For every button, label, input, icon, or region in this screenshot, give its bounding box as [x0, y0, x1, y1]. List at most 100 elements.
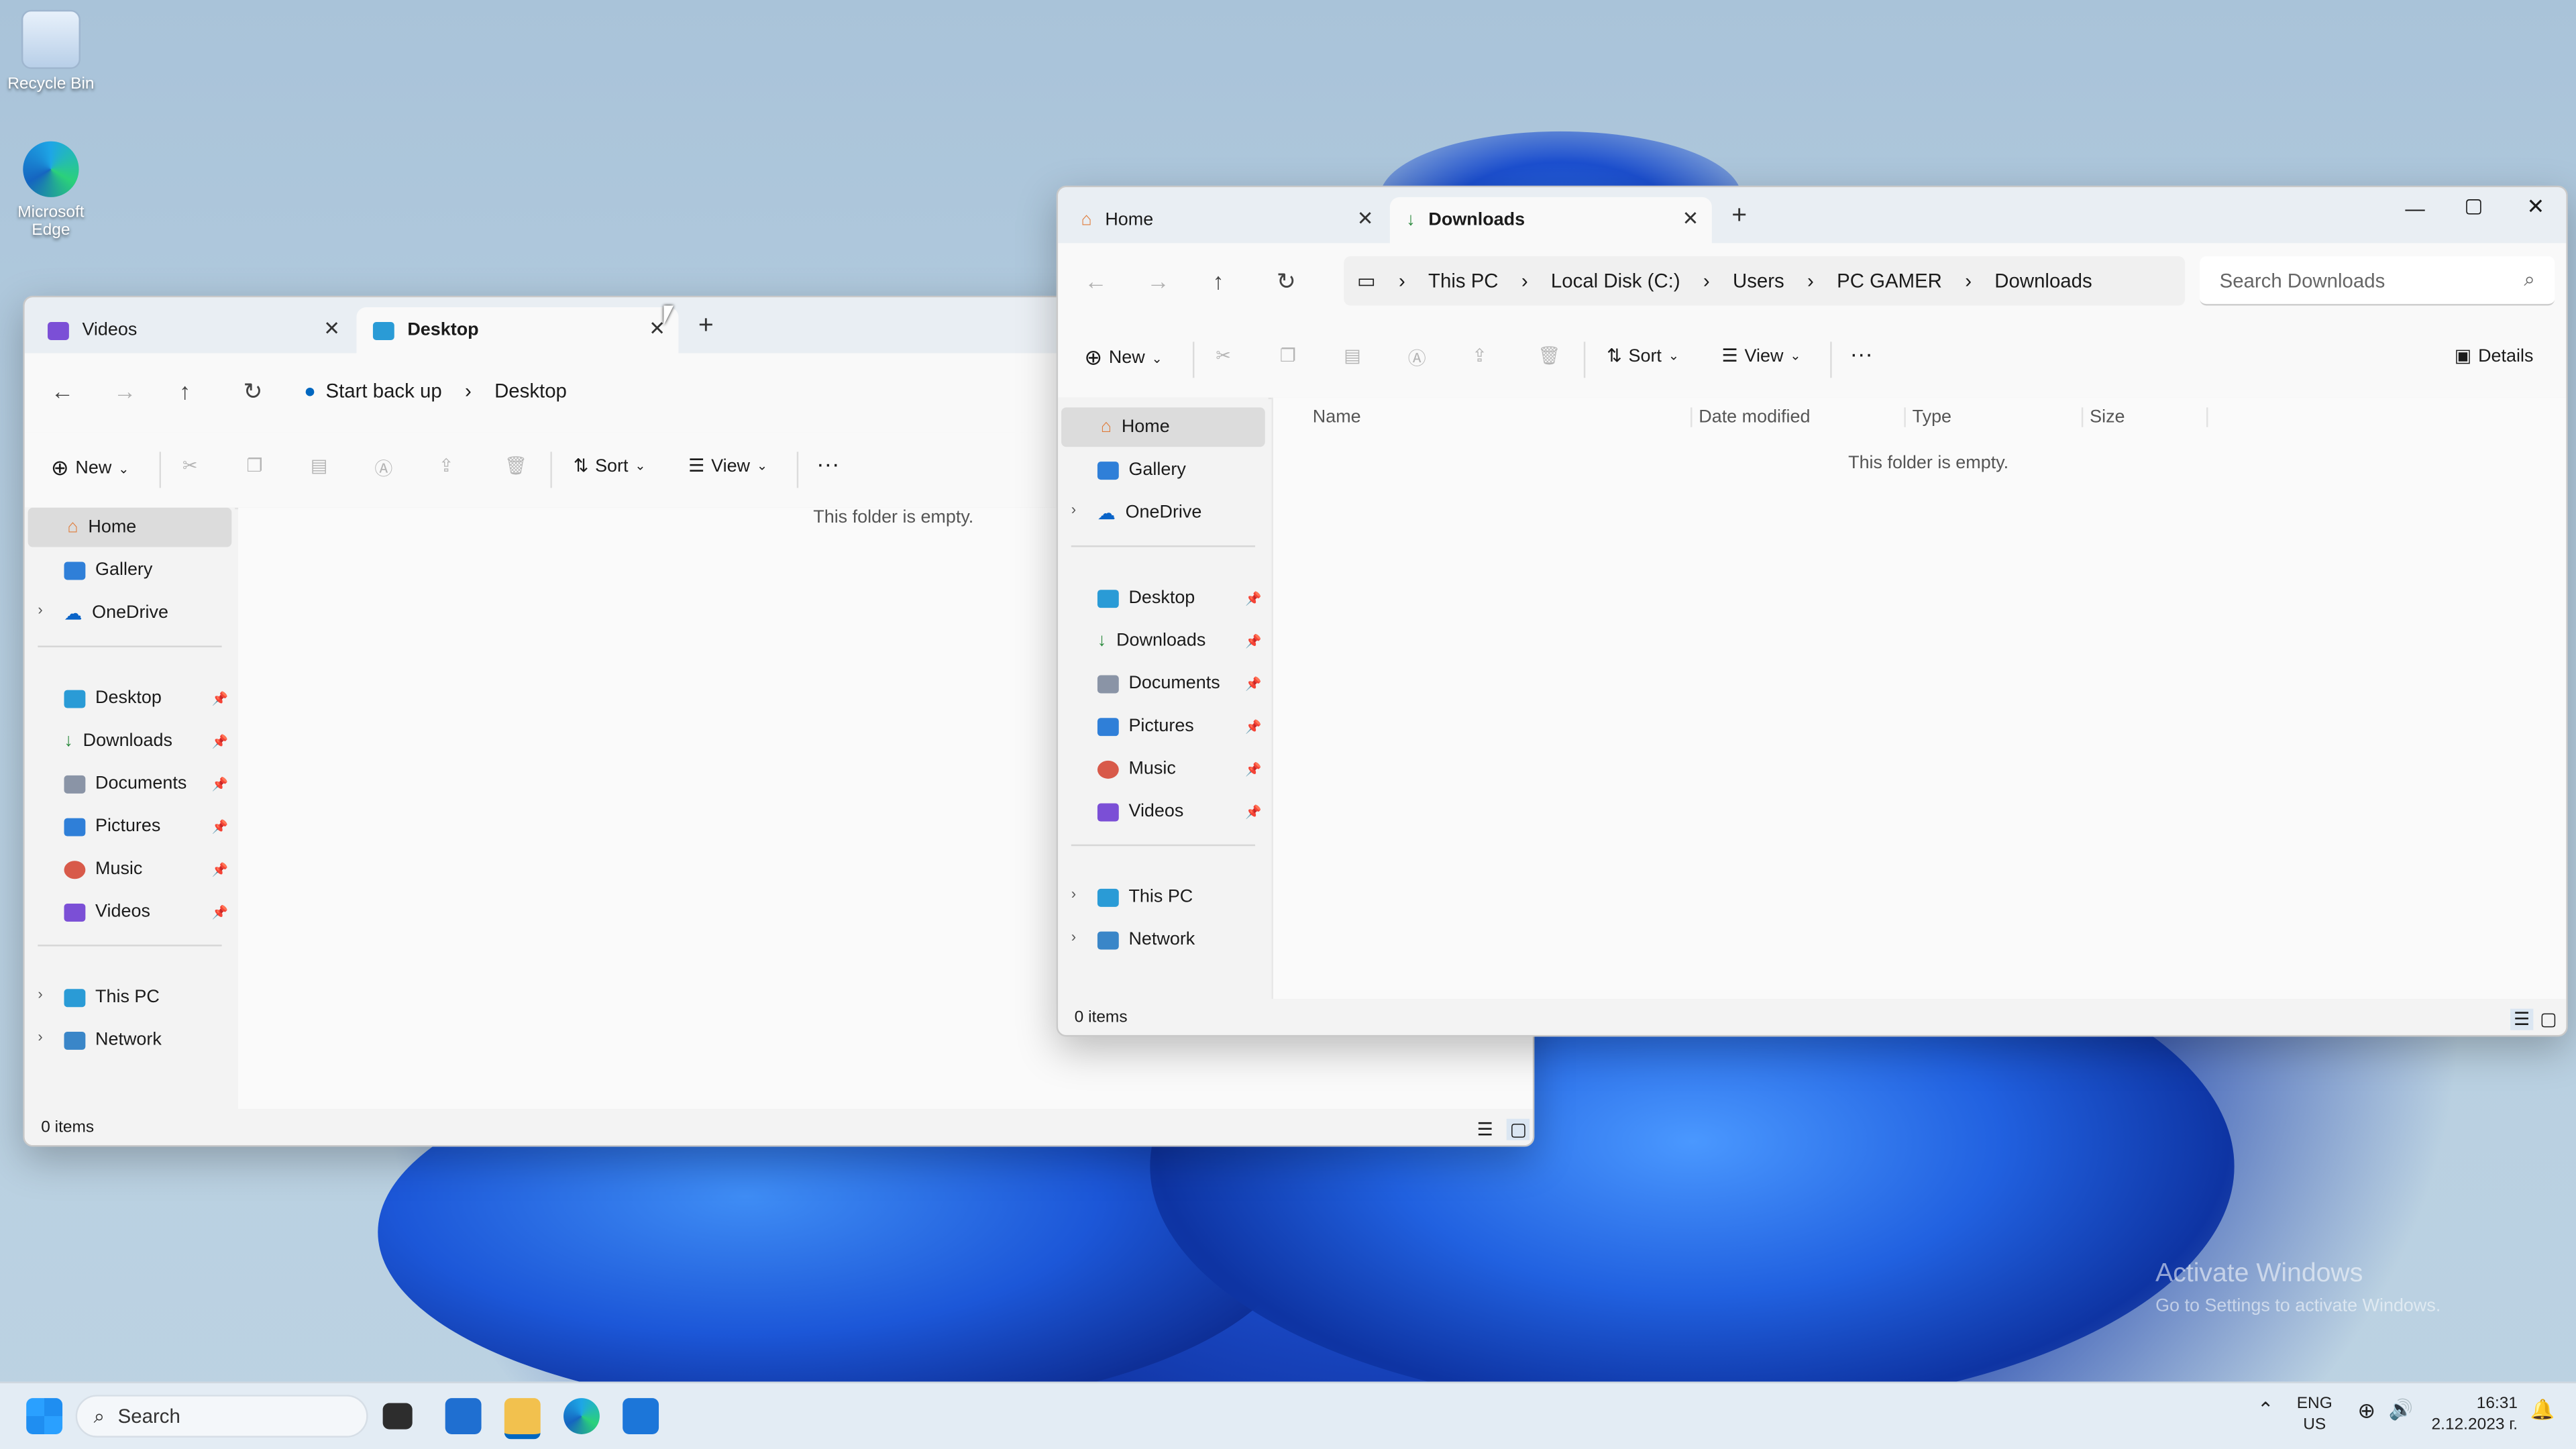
pin-icon[interactable]: 📌: [212, 863, 228, 877]
share-icon[interactable]: ⇪: [1472, 345, 1487, 366]
up-icon[interactable]: ↑: [1212, 268, 1224, 294]
pin-icon[interactable]: 📌: [1245, 720, 1261, 735]
sidebar-item-this-pc[interactable]: This PC: [64, 977, 245, 1017]
breadcrumb[interactable]: ● Start back up › Desktop: [304, 366, 567, 415]
breadcrumb-item[interactable]: Local Disk (C:): [1551, 270, 1680, 292]
close-tab-icon[interactable]: ✕: [1682, 207, 1699, 230]
sidebar-item-this-pc[interactable]: This PC: [1097, 877, 1278, 917]
sidebar-item-network[interactable]: Network: [1097, 920, 1278, 959]
more-options-icon[interactable]: ···: [816, 450, 839, 476]
minimize-icon[interactable]: —: [2405, 197, 2424, 220]
sort-button[interactable]: ⇅ Sort ⌄: [1607, 345, 1679, 367]
delete-icon[interactable]: 🗑: [504, 455, 527, 476]
forward-icon[interactable]: →: [113, 378, 136, 404]
breadcrumb-item[interactable]: Users: [1733, 270, 1784, 292]
chevron-right-icon[interactable]: ›: [1071, 928, 1076, 945]
tab-videos[interactable]: Videos ✕: [32, 307, 354, 354]
pin-icon[interactable]: 📌: [212, 692, 228, 706]
widgets-icon[interactable]: [445, 1398, 482, 1434]
paste-icon[interactable]: ▤: [311, 455, 327, 476]
chevron-right-icon[interactable]: ›: [38, 985, 42, 1002]
close-tab-icon[interactable]: ✕: [1357, 207, 1374, 230]
pin-icon[interactable]: 📌: [212, 777, 228, 792]
pin-icon[interactable]: 📌: [212, 820, 228, 835]
breadcrumb-item[interactable]: Downloads: [1994, 270, 2092, 292]
pin-icon[interactable]: 📌: [1245, 762, 1261, 777]
start-icon[interactable]: [26, 1398, 63, 1434]
up-icon[interactable]: ↑: [179, 378, 191, 404]
desktop-icon-recycle-bin[interactable]: Recycle Bin: [1, 9, 100, 94]
breadcrumb-item[interactable]: Start back up: [326, 380, 442, 402]
sidebar-item-gallery[interactable]: Gallery: [64, 550, 245, 590]
rename-icon[interactable]: Ⓐ: [1408, 345, 1426, 371]
tab-desktop[interactable]: Desktop ✕: [356, 307, 679, 354]
rename-icon[interactable]: Ⓐ: [374, 455, 392, 481]
tiles-view-icon[interactable]: ▢: [1506, 1118, 1531, 1140]
breadcrumb-item[interactable]: PC GAMER: [1837, 270, 1942, 292]
sidebar-item-home[interactable]: ⌂ Home: [28, 507, 232, 547]
sidebar-item-network[interactable]: Network: [64, 1020, 245, 1060]
close-tab-icon[interactable]: ✕: [649, 317, 665, 340]
details-view-icon[interactable]: ☰: [2510, 1008, 2534, 1030]
breadcrumb-item[interactable]: Desktop: [494, 380, 567, 402]
back-icon[interactable]: ←: [51, 378, 74, 404]
volume-icon[interactable]: 🔊: [2389, 1399, 2414, 1421]
new-tab-icon[interactable]: +: [698, 312, 714, 341]
pin-icon[interactable]: 📌: [1245, 592, 1261, 606]
clock[interactable]: 16:31 2.12.2023 г.: [2432, 1393, 2518, 1436]
chevron-right-icon[interactable]: ›: [1071, 501, 1076, 517]
store-icon[interactable]: [623, 1398, 659, 1434]
pin-icon[interactable]: 📌: [212, 735, 228, 749]
copy-icon[interactable]: ❐: [246, 455, 262, 476]
close-window-icon[interactable]: ✕: [2527, 194, 2545, 220]
tab-home[interactable]: ⌂ Home ✕: [1065, 197, 1387, 244]
file-explorer-icon[interactable]: [504, 1398, 541, 1440]
task-view-icon[interactable]: [382, 1403, 413, 1430]
new-button[interactable]: ⊕ New ⌄: [51, 455, 129, 481]
taskbar-search[interactable]: ⌕ Search: [75, 1395, 368, 1438]
column-header-type[interactable]: Type: [1904, 407, 1951, 427]
sidebar-item-home[interactable]: ⌂ Home: [1061, 407, 1265, 447]
close-tab-icon[interactable]: ✕: [323, 317, 340, 340]
sort-button[interactable]: ⇅ Sort ⌄: [574, 455, 646, 477]
sidebar-item-onedrive[interactable]: ☁ OneDrive: [64, 593, 245, 633]
share-icon[interactable]: ⇪: [439, 455, 454, 476]
delete-icon[interactable]: 🗑: [1538, 345, 1560, 366]
back-icon[interactable]: ←: [1084, 268, 1107, 294]
column-header-name[interactable]: Name: [1313, 407, 1361, 427]
more-options-icon[interactable]: ···: [1850, 340, 1873, 366]
tab-downloads[interactable]: ↓ Downloads ✕: [1389, 197, 1712, 244]
sidebar-item-onedrive[interactable]: ☁ OneDrive: [1097, 493, 1278, 533]
cut-icon[interactable]: ✂: [1216, 345, 1231, 366]
details-view-icon[interactable]: ☰: [1477, 1119, 1493, 1140]
sidebar-item-gallery[interactable]: Gallery: [1097, 450, 1278, 490]
network-globe-icon[interactable]: ⊕: [2357, 1400, 2375, 1421]
pin-icon[interactable]: 📌: [1245, 805, 1261, 820]
chevron-right-icon[interactable]: ›: [38, 1028, 42, 1044]
cut-icon[interactable]: ✂: [182, 455, 198, 476]
tiles-view-icon[interactable]: ▢: [2540, 1009, 2557, 1030]
notification-bell-icon[interactable]: 🔔: [2530, 1399, 2555, 1421]
new-tab-icon[interactable]: +: [1731, 202, 1747, 231]
refresh-icon[interactable]: ↻: [243, 378, 262, 406]
view-button[interactable]: ☰ View ⌄: [1722, 345, 1801, 367]
column-header-size[interactable]: Size: [2081, 407, 2209, 427]
chevron-up-icon[interactable]: ⌃: [2257, 1399, 2274, 1421]
refresh-icon[interactable]: ↻: [1277, 268, 1296, 296]
paste-icon[interactable]: ▤: [1344, 345, 1360, 366]
chevron-right-icon[interactable]: ›: [38, 601, 42, 617]
forward-icon[interactable]: →: [1146, 268, 1169, 294]
view-button[interactable]: ☰ View ⌄: [688, 455, 767, 477]
new-button[interactable]: ⊕ New ⌄: [1084, 345, 1163, 371]
breadcrumb[interactable]: ▭ › This PC › Local Disk (C:) › Users › …: [1344, 256, 2186, 306]
copy-icon[interactable]: ❐: [1280, 345, 1296, 366]
edge-icon[interactable]: [564, 1398, 600, 1434]
language-indicator[interactable]: ENG US: [2297, 1393, 2332, 1436]
pin-icon[interactable]: 📌: [1245, 677, 1261, 692]
maximize-icon[interactable]: ▢: [2464, 194, 2483, 217]
search-input[interactable]: Search Downloads ⌕: [2200, 256, 2555, 306]
pin-icon[interactable]: 📌: [212, 905, 228, 920]
details-pane-button[interactable]: ▣ Details: [2455, 345, 2534, 367]
pin-icon[interactable]: 📌: [1245, 634, 1261, 649]
chevron-right-icon[interactable]: ›: [1071, 885, 1076, 902]
